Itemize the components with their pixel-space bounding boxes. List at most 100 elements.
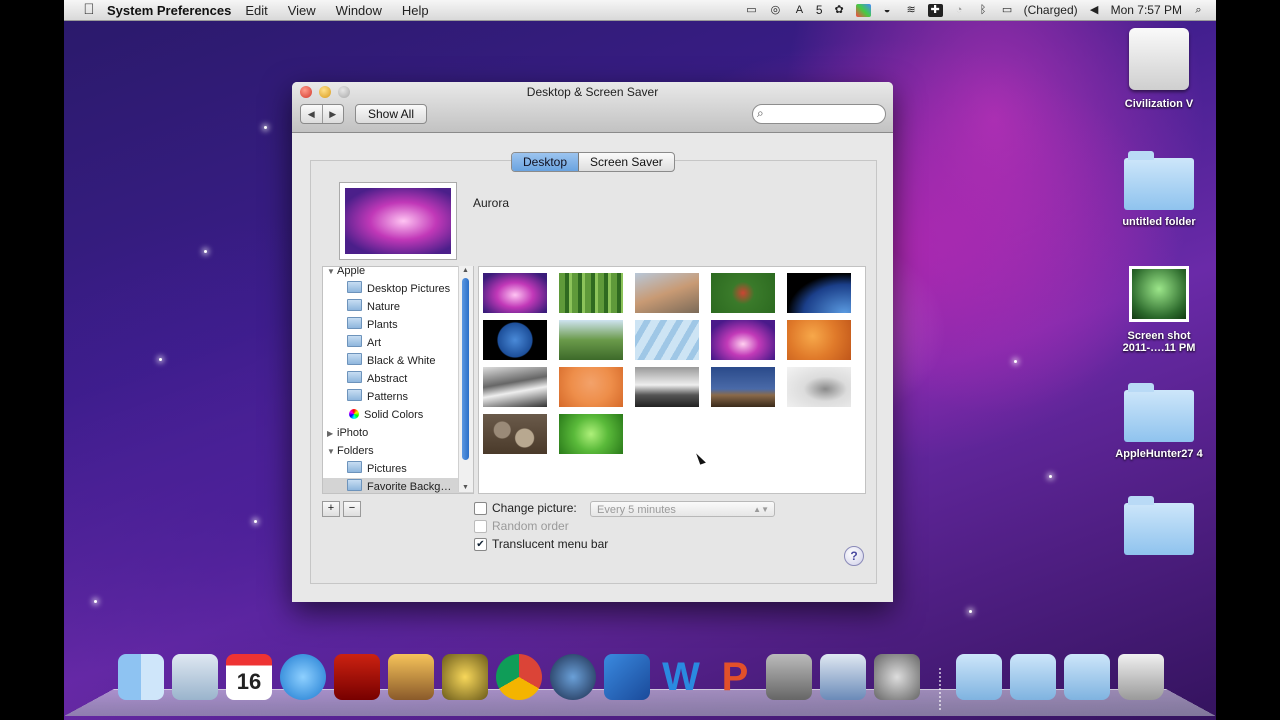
- source-scrollbar[interactable]: ▲ ▼: [458, 266, 473, 492]
- source-pictures[interactable]: Pictures: [323, 460, 473, 478]
- iphoto-icon[interactable]: [388, 654, 434, 700]
- change-picture-option[interactable]: Change picture:: [474, 501, 577, 515]
- spotlight-icon[interactable]: ⌕: [1191, 4, 1206, 17]
- picture-thumbnail[interactable]: [711, 320, 775, 360]
- applications-folder-icon[interactable]: [956, 654, 1002, 700]
- preview-icon[interactable]: [820, 654, 866, 700]
- itunes-icon[interactable]: [280, 654, 326, 700]
- menu-clock[interactable]: Mon 7:57 PM: [1111, 3, 1182, 17]
- source-art[interactable]: Art: [323, 334, 473, 352]
- menu-help[interactable]: Help: [402, 3, 429, 18]
- documents-folder-icon[interactable]: [1010, 654, 1056, 700]
- menu-view[interactable]: View: [288, 3, 316, 18]
- tab-screen-saver[interactable]: Screen Saver: [579, 153, 674, 171]
- tab-desktop[interactable]: Desktop: [512, 153, 580, 171]
- desktop-icon-drive[interactable]: Civilization V: [1104, 28, 1214, 110]
- add-source-button[interactable]: +: [322, 501, 340, 517]
- disclosure-open-icon[interactable]: ▼: [327, 267, 337, 281]
- picture-thumbnail[interactable]: [483, 320, 547, 360]
- clock-icon[interactable]: ◔: [952, 4, 967, 17]
- source-solid-colors[interactable]: Solid Colors: [323, 406, 473, 424]
- camera-icon[interactable]: ▭: [744, 4, 759, 17]
- picture-thumbnail[interactable]: [711, 273, 775, 313]
- scroll-thumb[interactable]: [462, 278, 469, 460]
- source-group-folders[interactable]: ▼ Folders: [323, 442, 473, 460]
- translucent-menu-bar-option[interactable]: ✔ Translucent menu bar: [474, 537, 608, 551]
- bluetooth-icon[interactable]: ᛒ: [976, 4, 991, 17]
- picture-thumbnail[interactable]: [635, 273, 699, 313]
- picture-thumbnail[interactable]: [787, 367, 851, 407]
- forward-arrow-icon[interactable]: ▶: [323, 105, 344, 123]
- picture-thumbnail[interactable]: [483, 367, 547, 407]
- facetime-icon[interactable]: [550, 654, 596, 700]
- picture-thumbnail[interactable]: [559, 320, 623, 360]
- interval-popup[interactable]: Every 5 minutes ▲▼: [590, 501, 775, 517]
- finder-icon[interactable]: [118, 654, 164, 700]
- desktop-icon-screenshot[interactable]: Screen shot 2011-….11 PM: [1104, 266, 1214, 354]
- help-button[interactable]: ?: [844, 546, 864, 566]
- menu-window[interactable]: Window: [336, 3, 382, 18]
- adobe-icon[interactable]: A: [792, 4, 807, 17]
- source-black-white[interactable]: Black & White: [323, 352, 473, 370]
- imovie-theater-icon[interactable]: [766, 654, 812, 700]
- picture-thumbnail[interactable]: [559, 367, 623, 407]
- downloads-folder-icon[interactable]: [1064, 654, 1110, 700]
- source-label: Favorite Backg…: [367, 481, 452, 493]
- picture-thumbnail[interactable]: [483, 273, 547, 313]
- imovie-icon[interactable]: [442, 654, 488, 700]
- disclosure-open-icon[interactable]: ▼: [327, 443, 337, 461]
- desktop-icon-applehunter-folder[interactable]: AppleHunter27 4: [1104, 383, 1214, 460]
- scroll-up-icon[interactable]: ▲: [462, 267, 469, 274]
- remove-source-button[interactable]: −: [343, 501, 361, 517]
- photobooth-icon[interactable]: [334, 654, 380, 700]
- desktop-icon-folder[interactable]: [1104, 496, 1214, 561]
- change-picture-checkbox[interactable]: [474, 501, 487, 515]
- picture-thumbnail[interactable]: [559, 273, 623, 313]
- system-preferences-icon[interactable]: [874, 654, 920, 700]
- translucent-menu-bar-checkbox[interactable]: ✔: [474, 537, 487, 551]
- apple-menu-icon[interactable]: : [81, 2, 97, 18]
- battery-status[interactable]: (Charged): [1024, 3, 1078, 17]
- gear-icon[interactable]: ✿: [832, 4, 847, 17]
- color-icon[interactable]: [855, 3, 871, 17]
- scroll-down-icon[interactable]: ▼: [462, 484, 469, 491]
- picture-thumbnail[interactable]: [711, 367, 775, 407]
- source-nature[interactable]: Nature: [323, 298, 473, 316]
- desktop-icon-untitled-folder[interactable]: untitled folder: [1104, 151, 1214, 228]
- picture-thumbnail[interactable]: [635, 367, 699, 407]
- window-titlebar[interactable]: Desktop & Screen Saver ◀ ▶ Show All ⌕: [292, 82, 893, 133]
- search-field[interactable]: ⌕: [752, 104, 886, 124]
- menu-app-name[interactable]: System Preferences: [107, 3, 231, 18]
- source-patterns[interactable]: Patterns: [323, 388, 473, 406]
- chrome-icon[interactable]: [496, 654, 542, 700]
- word-icon[interactable]: W: [658, 654, 704, 700]
- disclosure-closed-icon[interactable]: ▶: [327, 425, 337, 443]
- source-desktop-pictures[interactable]: Desktop Pictures: [323, 280, 473, 298]
- picture-thumbnail[interactable]: [483, 414, 547, 454]
- eye-icon[interactable]: ◒: [880, 4, 895, 17]
- source-group-apple[interactable]: ▼ Apple: [323, 267, 473, 281]
- back-arrow-icon[interactable]: ◀: [301, 105, 323, 123]
- source-favorite-backgrounds[interactable]: Favorite Backg…: [323, 478, 473, 493]
- picture-thumbnail[interactable]: [787, 273, 851, 313]
- flashcard-icon[interactable]: ✚: [927, 3, 943, 17]
- wifi-icon[interactable]: ≋: [904, 4, 919, 17]
- current-picture-preview[interactable]: [339, 182, 457, 260]
- ical-icon[interactable]: 16: [226, 654, 272, 700]
- source-group-iphoto[interactable]: ▶ iPhoto: [323, 424, 473, 442]
- folder-icon: [347, 299, 362, 311]
- trash-icon[interactable]: [1118, 654, 1164, 700]
- source-plants[interactable]: Plants: [323, 316, 473, 334]
- show-all-button[interactable]: Show All: [355, 104, 427, 124]
- battery-icon[interactable]: ▭: [1000, 4, 1015, 17]
- xcode-icon[interactable]: [604, 654, 650, 700]
- picture-thumbnail[interactable]: [559, 414, 623, 454]
- picture-thumbnail[interactable]: [635, 320, 699, 360]
- picture-thumbnail[interactable]: [787, 320, 851, 360]
- menu-edit[interactable]: Edit: [245, 3, 267, 18]
- source-abstract[interactable]: Abstract: [323, 370, 473, 388]
- mail-icon[interactable]: [172, 654, 218, 700]
- volume-icon[interactable]: ◀: [1087, 4, 1102, 17]
- powerpoint-icon[interactable]: P: [712, 654, 758, 700]
- timemachine-icon[interactable]: ◎: [768, 4, 783, 17]
